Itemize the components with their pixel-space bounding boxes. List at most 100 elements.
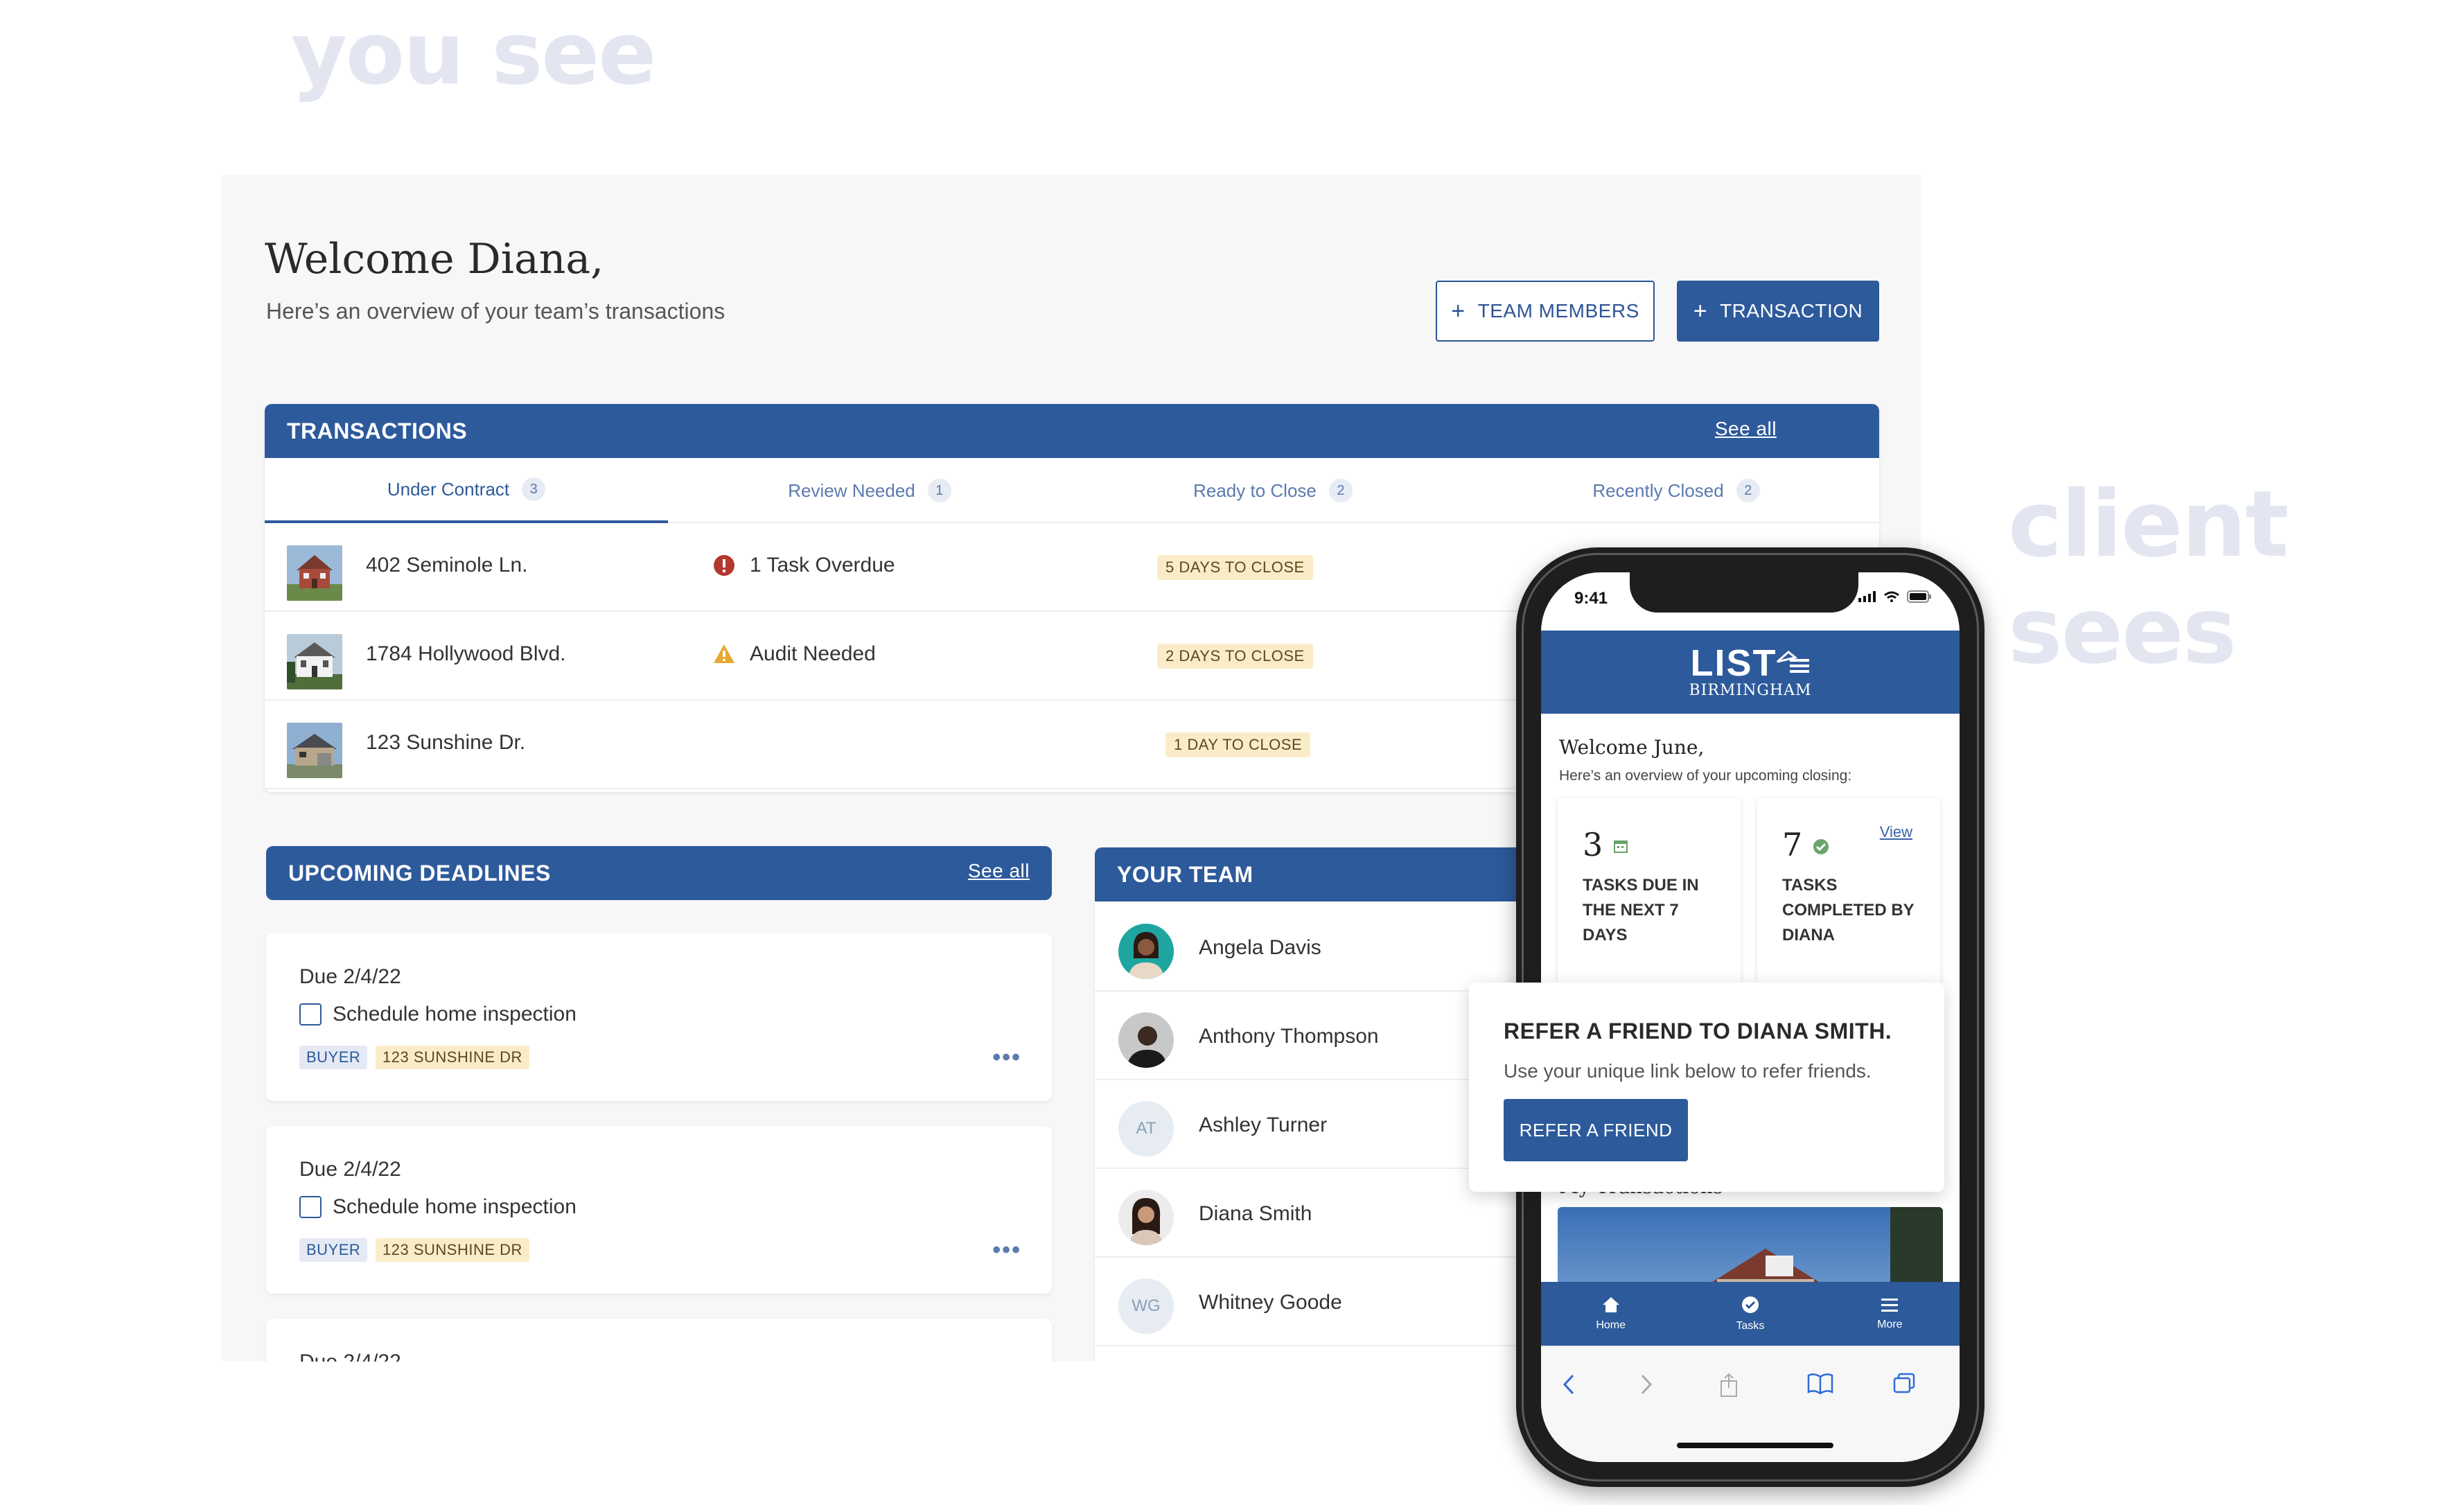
stat-label: TASKS COMPLETED BY DIANA: [1782, 876, 1915, 944]
stat-number: 7: [1782, 826, 1803, 863]
bookmarks-icon[interactable]: [1807, 1373, 1833, 1395]
tabs-icon[interactable]: [1893, 1373, 1917, 1395]
tab-label: Recently Closed: [1592, 479, 1724, 501]
deadline-item[interactable]: Due 2/4/22 Schedule home inspection BUYE…: [266, 1126, 1052, 1294]
menu-icon: [1881, 1299, 1899, 1312]
client-sees-label: client sees: [2008, 471, 2289, 685]
deadline-due-date: Due 2/4/22: [299, 965, 401, 988]
check-circle-icon: [1813, 839, 1829, 854]
you-see-label: you see: [291, 4, 656, 104]
team-member-name: Diana Smith: [1199, 1202, 1312, 1225]
task-checkbox[interactable]: [299, 1196, 322, 1218]
transactions-header: TRANSACTIONS See all: [265, 404, 1879, 458]
avatar: [1118, 1012, 1174, 1068]
deadline-task-label: Schedule home inspection: [333, 1003, 577, 1026]
deadlines-header: UPCOMING DEADLINES See all: [266, 846, 1052, 900]
transactions-see-all-link[interactable]: See all: [1715, 418, 1777, 440]
deadline-due-date: Due 2/4/22: [299, 1350, 401, 1362]
transaction-status-text: Audit Needed: [750, 642, 876, 665]
team-member-name: Whitney Goode: [1199, 1291, 1342, 1314]
page-title: Welcome Diana,: [265, 235, 604, 283]
transaction-status: Audit Needed: [712, 642, 876, 666]
transaction-tabs: Under Contract 3 Review Needed 1 Ready t…: [265, 458, 1879, 523]
tab-review-needed[interactable]: Review Needed 1: [668, 458, 1071, 523]
stat-number: 3: [1583, 826, 1603, 863]
avatar-initials: AT: [1118, 1101, 1174, 1156]
deadlines-title: UPCOMING DEADLINES: [288, 860, 551, 886]
tab-tasks[interactable]: Tasks: [1680, 1282, 1820, 1346]
tab-count-badge: 2: [1328, 479, 1353, 502]
page-subtitle: Here’s an overview of your team’s transa…: [266, 299, 725, 324]
tab-home[interactable]: Home: [1541, 1282, 1680, 1346]
brand-logo-text: LIST: [1690, 642, 1777, 684]
team-title: YOUR TEAM: [1117, 861, 1253, 887]
deadlines-see-all-link[interactable]: See all: [968, 860, 1030, 882]
share-icon[interactable]: [1718, 1373, 1739, 1398]
deadline-item[interactable]: Due 2/4/22: [266, 1319, 1052, 1362]
add-transaction-button[interactable]: + TRANSACTION: [1677, 281, 1879, 342]
tab-label: Under Contract: [387, 478, 510, 500]
tab-count-badge: 1: [927, 479, 951, 502]
client-welcome-title: Welcome June,: [1559, 736, 1705, 759]
add-team-members-label: TEAM MEMBERS: [1477, 300, 1639, 322]
wifi-icon: [1884, 591, 1899, 602]
deadline-task-label: Schedule home inspection: [333, 1195, 577, 1218]
tab-count-badge: 2: [1736, 479, 1760, 502]
more-options-icon[interactable]: •••: [992, 1237, 1021, 1264]
refer-friend-button[interactable]: REFER A FRIEND: [1504, 1099, 1688, 1161]
role-tag: BUYER: [299, 1238, 368, 1262]
app-header: LIST BIRMINGHAM: [1541, 631, 1960, 714]
forward-icon[interactable]: [1638, 1373, 1655, 1396]
tab-tasks-label: Tasks: [1736, 1320, 1765, 1332]
refer-title: REFER A FRIEND TO DIANA SMITH.: [1504, 1019, 1892, 1044]
deadline-task: Schedule home inspection: [299, 1003, 577, 1026]
house-thumbnail: [287, 723, 342, 778]
check-circle-icon: [1741, 1296, 1759, 1313]
tab-label: Review Needed: [788, 479, 915, 501]
transaction-address: 123 Sunshine Dr.: [366, 731, 526, 754]
plus-icon: +: [1451, 297, 1466, 324]
transaction-status-text: 1 Task Overdue: [750, 554, 895, 577]
refer-subtitle: Use your unique link below to refer frie…: [1504, 1060, 1872, 1082]
refer-friend-popup: REFER A FRIEND TO DIANA SMITH. Use your …: [1469, 983, 1944, 1192]
tab-under-contract[interactable]: Under Contract 3: [265, 458, 668, 523]
transaction-status: 1 Task Overdue: [712, 554, 895, 577]
view-completed-link[interactable]: View: [1880, 823, 1912, 841]
tab-ready-to-close[interactable]: Ready to Close 2: [1071, 458, 1475, 523]
add-team-members-button[interactable]: + TEAM MEMBERS: [1436, 281, 1655, 342]
days-to-close-badge: 5 DAYS TO CLOSE: [1157, 555, 1313, 580]
task-checkbox[interactable]: [299, 1003, 322, 1026]
client-welcome-subtitle: Here’s an overview of your upcoming clos…: [1559, 768, 1852, 784]
add-transaction-label: TRANSACTION: [1720, 300, 1863, 322]
phone-notch: [1630, 572, 1858, 613]
house-lines-icon: [1776, 650, 1809, 673]
bottom-tab-bar: Home Tasks More: [1541, 1282, 1960, 1346]
tasks-completed-stat-card[interactable]: 7 View TASKS COMPLETED BY DIANA: [1757, 798, 1940, 985]
transaction-address: 402 Seminole Ln.: [366, 554, 528, 577]
address-tag: 123 SUNSHINE DR: [376, 1238, 529, 1262]
back-icon[interactable]: [1560, 1373, 1577, 1396]
house-thumbnail: [287, 545, 342, 601]
brand-logo-subtitle: BIRMINGHAM: [1689, 681, 1812, 699]
tab-home-label: Home: [1596, 1319, 1626, 1331]
more-options-icon[interactable]: •••: [992, 1044, 1021, 1071]
tasks-due-stat-card[interactable]: 3 TASKS DUE IN THE NEXT 7 DAYS: [1558, 798, 1741, 985]
team-member-name: Angela Davis: [1199, 936, 1321, 959]
stat-label: TASKS DUE IN THE NEXT 7 DAYS: [1583, 876, 1699, 944]
tab-more[interactable]: More: [1820, 1282, 1960, 1346]
plus-icon: +: [1693, 297, 1708, 324]
tab-more-label: More: [1877, 1319, 1903, 1330]
avatar: [1118, 1190, 1174, 1245]
warning-triangle-icon: [714, 644, 734, 663]
house-thumbnail: [287, 634, 342, 689]
team-member-name: Ashley Turner: [1199, 1114, 1328, 1136]
role-tag: BUYER: [299, 1046, 368, 1069]
upcoming-deadlines-card: UPCOMING DEADLINES See all: [266, 846, 1052, 900]
tab-label: Ready to Close: [1193, 479, 1317, 501]
avatar: [1118, 924, 1174, 979]
battery-icon: [1907, 590, 1931, 603]
deadline-item[interactable]: Due 2/4/22 Schedule home inspection BUYE…: [266, 933, 1052, 1101]
tab-recently-closed[interactable]: Recently Closed 2: [1475, 458, 1878, 523]
address-tag: 123 SUNSHINE DR: [376, 1046, 529, 1069]
days-to-close-badge: 2 DAYS TO CLOSE: [1157, 644, 1313, 669]
